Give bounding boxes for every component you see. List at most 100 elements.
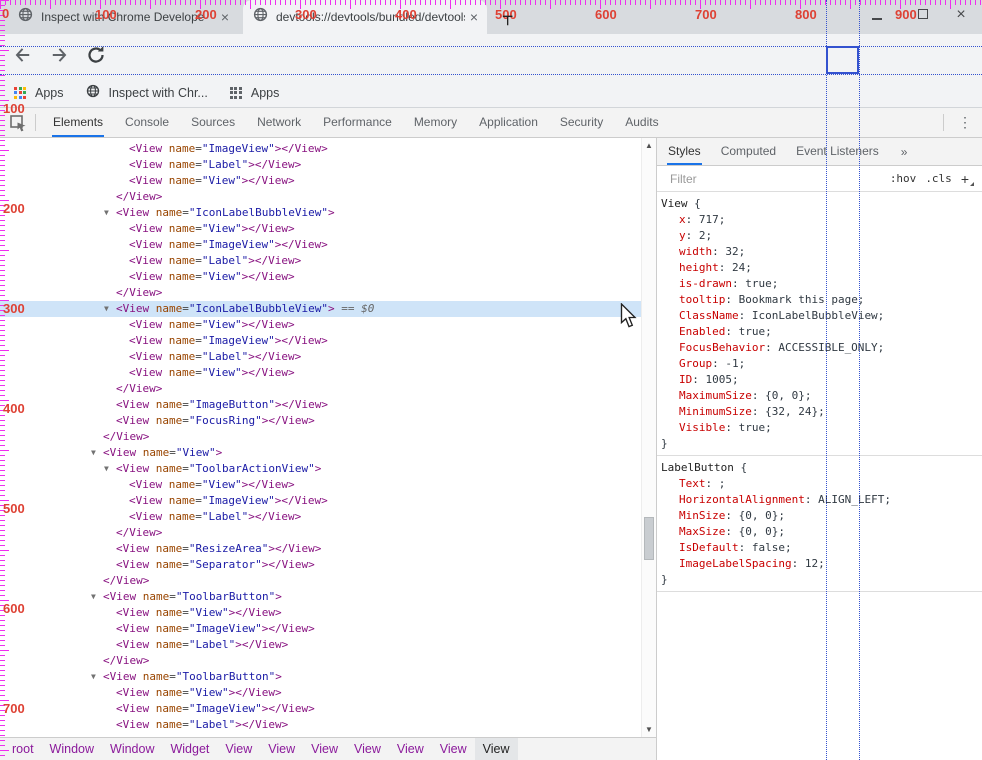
- styles-filter-input[interactable]: [668, 171, 890, 187]
- style-property[interactable]: MaximumSize: {0, 0};: [661, 388, 980, 404]
- devtools-tab-network[interactable]: Network: [246, 108, 312, 137]
- tab-close-icon[interactable]: ×: [465, 9, 483, 25]
- dom-tree-node[interactable]: </View>: [0, 653, 641, 669]
- style-property[interactable]: width: 32;: [661, 244, 980, 260]
- dom-tree-node[interactable]: <View name="View"></View>: [0, 685, 641, 701]
- breadcrumb-item[interactable]: Widget: [162, 738, 217, 760]
- bookmark-apps[interactable]: Apps: [14, 86, 64, 100]
- style-property[interactable]: height: 24;: [661, 260, 980, 276]
- dom-tree-node[interactable]: </View>: [0, 429, 641, 445]
- dom-tree-node[interactable]: <View name="ImageView"></View>: [0, 141, 641, 157]
- dom-tree-node[interactable]: <View name="Label"></View>: [0, 717, 641, 733]
- breadcrumb-item[interactable]: View: [389, 738, 432, 760]
- style-property[interactable]: x: 717;: [661, 212, 980, 228]
- dom-tree-node[interactable]: </View>: [0, 285, 641, 301]
- devtools-tab-memory[interactable]: Memory: [403, 108, 468, 137]
- tab-close-icon[interactable]: ×: [216, 9, 234, 25]
- expand-arrow-icon[interactable]: ▼: [91, 589, 103, 605]
- style-property[interactable]: MinSize: {0, 0};: [661, 508, 980, 524]
- style-property[interactable]: ImageLabelSpacing: 12;: [661, 556, 980, 572]
- expand-arrow-icon[interactable]: ▼: [104, 461, 116, 477]
- dom-tree-node[interactable]: ▼<View name="ToolbarButton">: [0, 589, 641, 605]
- sidebar-tab-event-listeners[interactable]: Event Listeners: [786, 138, 889, 165]
- devtools-menu-icon[interactable]: ⋮: [958, 114, 972, 131]
- style-property[interactable]: MaxSize: {0, 0};: [661, 524, 980, 540]
- maximize-button[interactable]: [914, 6, 932, 24]
- dom-tree-node[interactable]: ▼<View name="View">: [0, 445, 641, 461]
- dom-tree-node[interactable]: ▼<View name="IconLabelBubbleView"> == $0: [0, 301, 641, 317]
- dom-tree-node[interactable]: </View>: [0, 189, 641, 205]
- hover-state-button[interactable]: :hov: [890, 172, 917, 185]
- dom-tree-node[interactable]: <View name="ImageView"></View>: [0, 333, 641, 349]
- breadcrumb-item[interactable]: View: [217, 738, 260, 760]
- expand-arrow-icon[interactable]: ▼: [104, 301, 116, 317]
- breadcrumb-item[interactable]: Window: [102, 738, 162, 760]
- close-button[interactable]: ×: [952, 6, 970, 24]
- dom-tree-node[interactable]: <View name="ResizeArea"></View>: [0, 541, 641, 557]
- style-property[interactable]: Group: -1;: [661, 356, 980, 372]
- sidebar-tab-styles[interactable]: Styles: [658, 138, 711, 165]
- back-button[interactable]: [12, 45, 34, 67]
- breadcrumb-item[interactable]: View: [475, 738, 518, 760]
- expand-arrow-icon[interactable]: ▼: [91, 445, 103, 461]
- style-property[interactable]: IsDefault: false;: [661, 540, 980, 556]
- breadcrumb-item[interactable]: View: [432, 738, 475, 760]
- dom-tree-node[interactable]: <View name="Label"></View>: [0, 253, 641, 269]
- class-toggle-button[interactable]: .cls: [925, 172, 952, 185]
- new-style-rule-button[interactable]: +: [961, 171, 974, 187]
- more-tabs-icon[interactable]: »: [901, 145, 908, 159]
- minimize-button[interactable]: [868, 6, 886, 24]
- dom-tree-node[interactable]: <View name="View"></View>: [0, 477, 641, 493]
- dom-tree-node[interactable]: </View>: [0, 381, 641, 397]
- inspect-element-icon[interactable]: [9, 114, 27, 132]
- style-property[interactable]: FocusBehavior: ACCESSIBLE_ONLY;: [661, 340, 980, 356]
- dom-tree-node[interactable]: <View name="View"></View>: [0, 269, 641, 285]
- dom-tree-node[interactable]: ▼<View name="ToolbarButton">: [0, 669, 641, 685]
- elements-scrollbar[interactable]: ▲ ▼: [641, 138, 656, 737]
- breadcrumb-item[interactable]: View: [346, 738, 389, 760]
- dom-tree-node[interactable]: </View>: [0, 573, 641, 589]
- dom-tree-node[interactable]: <View name="Label"></View>: [0, 349, 641, 365]
- dom-tree-node[interactable]: ▼<View name="IconLabelBubbleView">: [0, 205, 641, 221]
- style-property[interactable]: MinimumSize: {32, 24};: [661, 404, 980, 420]
- dom-tree-node[interactable]: <View name="View"></View>: [0, 365, 641, 381]
- devtools-tab-console[interactable]: Console: [114, 108, 180, 137]
- scroll-down-icon[interactable]: ▼: [642, 725, 656, 734]
- breadcrumb-item[interactable]: Window: [42, 738, 102, 760]
- style-property[interactable]: Text: ;: [661, 476, 980, 492]
- style-property[interactable]: ID: 1005;: [661, 372, 980, 388]
- bookmark-apps-2[interactable]: Apps: [230, 86, 280, 100]
- dom-tree-node[interactable]: <View name="ImageView"></View>: [0, 237, 641, 253]
- breadcrumb-item[interactable]: View: [260, 738, 303, 760]
- dom-tree-node[interactable]: <View name="Label"></View>: [0, 637, 641, 653]
- dom-tree-node[interactable]: </View>: [0, 525, 641, 541]
- style-property[interactable]: ClassName: IconLabelBubbleView;: [661, 308, 980, 324]
- browser-tab-1[interactable]: Inspect with Chrome Develope ×: [8, 0, 238, 34]
- style-property[interactable]: Visible: true;: [661, 420, 980, 436]
- breadcrumb-item[interactable]: View: [303, 738, 346, 760]
- browser-tab-2[interactable]: devtools://devtools/bundled/devtools_app…: [243, 0, 487, 34]
- style-property[interactable]: is-drawn: true;: [661, 276, 980, 292]
- dom-tree-node[interactable]: <View name="ImageView"></View>: [0, 621, 641, 637]
- sidebar-tab-computed[interactable]: Computed: [711, 138, 786, 165]
- reload-button[interactable]: [86, 45, 108, 67]
- dom-tree-node[interactable]: <View name="ImageView"></View>: [0, 701, 641, 717]
- style-property[interactable]: tooltip: Bookmark this page;: [661, 292, 980, 308]
- devtools-tab-security[interactable]: Security: [549, 108, 614, 137]
- dom-tree-node[interactable]: ▼<View name="ToolbarActionView">: [0, 461, 641, 477]
- style-property[interactable]: Enabled: true;: [661, 324, 980, 340]
- dom-tree-node[interactable]: <View name="View"></View>: [0, 605, 641, 621]
- dom-tree-node[interactable]: <View name="ImageView"></View>: [0, 493, 641, 509]
- devtools-tab-audits[interactable]: Audits: [614, 108, 669, 137]
- devtools-tab-elements[interactable]: Elements: [42, 108, 114, 137]
- bookmark-inspect[interactable]: Inspect with Chr...: [86, 84, 208, 101]
- devtools-tab-sources[interactable]: Sources: [180, 108, 246, 137]
- dom-tree-node[interactable]: <View name="View"></View>: [0, 317, 641, 333]
- dom-tree-node[interactable]: <View name="FocusRing"></View>: [0, 413, 641, 429]
- style-property[interactable]: y: 2;: [661, 228, 980, 244]
- expand-arrow-icon[interactable]: ▼: [91, 669, 103, 685]
- breadcrumb-item[interactable]: root: [4, 738, 42, 760]
- devtools-tab-application[interactable]: Application: [468, 108, 549, 137]
- expand-arrow-icon[interactable]: ▼: [104, 205, 116, 221]
- style-property[interactable]: HorizontalAlignment: ALIGN_LEFT;: [661, 492, 980, 508]
